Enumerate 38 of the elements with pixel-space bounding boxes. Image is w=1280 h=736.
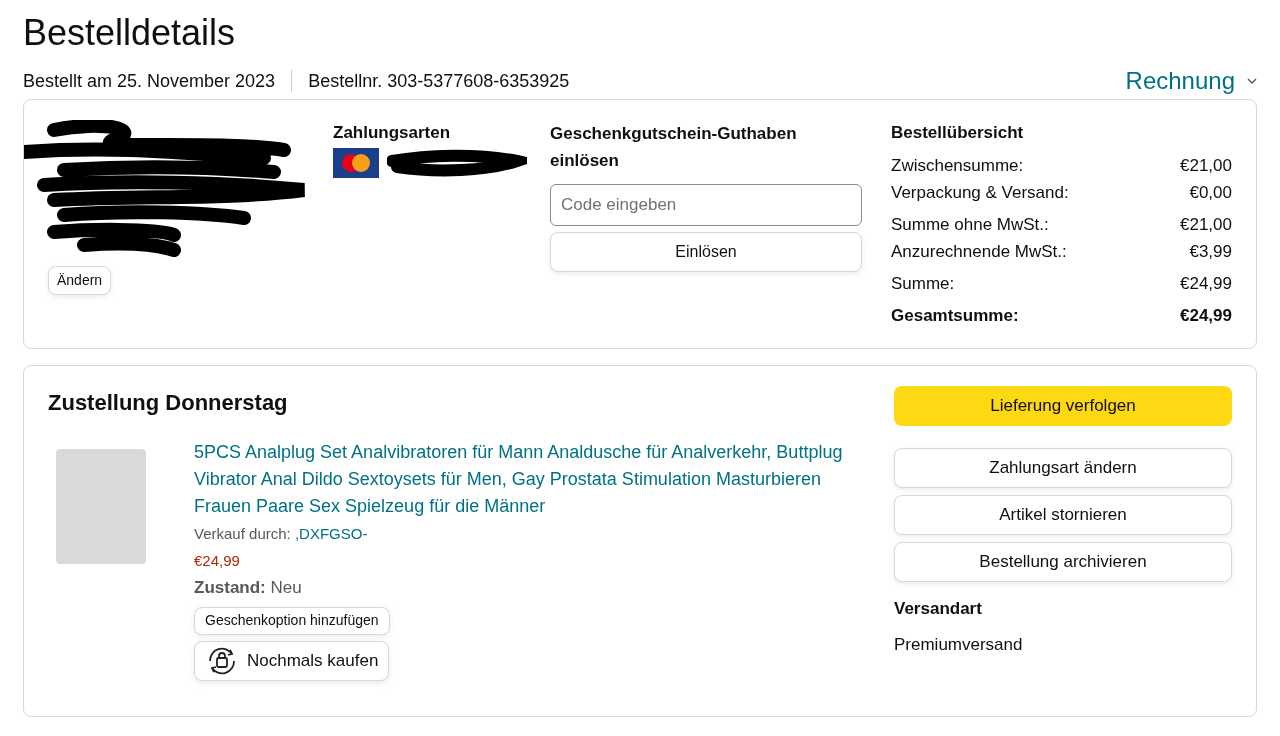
invoice-link[interactable]: Rechnung xyxy=(1125,63,1257,99)
buy-again-button[interactable]: Nochmals kaufen xyxy=(194,640,390,681)
gift-card-heading: Geschenkgutschein-Guthaben einlösen xyxy=(550,123,798,172)
code-input-field[interactable]: Code eingeben xyxy=(550,184,862,226)
chevron-down-icon xyxy=(1247,78,1257,84)
change-button[interactable]: Ändern xyxy=(48,266,112,295)
seller-label: Verkauf durch: xyxy=(194,525,291,542)
order-date: Bestellt am 25. November 2023 xyxy=(23,69,277,93)
delivery-heading: Zustellung Donnerstag xyxy=(48,389,289,417)
summary-label: Anzurechnende MwSt.: xyxy=(891,240,1067,263)
order-action-button[interactable]: Bestellung archivieren xyxy=(894,542,1232,582)
summary-value: €24,99 xyxy=(1180,272,1232,295)
product-title-link[interactable]: 5PCS Analplug Set Analvibratoren für Mann Analdusche für Analverkehr, Buttplug Vibrator Anal Dildo Sextoysets für Men, Gay Prostata Stimulation Masturbieren Frauen Paare Sex Spielzeug für die Männer xyxy=(194,439,844,520)
order-number: Bestellnr. 303-5377608-6353925 xyxy=(307,69,570,93)
order-action-button[interactable]: Zahlungsart ändern xyxy=(894,448,1232,488)
payment-heading: Zahlungsarten xyxy=(333,122,452,144)
shipping-heading: Versandart xyxy=(894,598,983,620)
summary-value: €21,00 xyxy=(1180,213,1232,236)
summary-label: Verpackung & Versand: xyxy=(891,181,1069,204)
summary-heading: Bestellübersicht xyxy=(891,122,1025,144)
track-delivery-button[interactable]: Lieferung verfolgen xyxy=(894,386,1232,426)
item-condition: Zustand: Neu xyxy=(194,577,303,599)
summary-label: Gesamtsumme: xyxy=(891,304,1019,327)
page-title: Bestelldetails xyxy=(23,11,237,51)
summary-label: Zwischensumme: xyxy=(891,154,1024,177)
gift-option-button[interactable]: Geschenkoption hinzufügen xyxy=(194,606,390,635)
summary-label: Summe: xyxy=(891,272,955,295)
summary-value: €3,99 xyxy=(1189,240,1232,263)
order-action-button[interactable]: Artikel stornieren xyxy=(894,495,1232,535)
summary-value: €24,99 xyxy=(1180,304,1232,327)
seller-link[interactable]: ,DXFGSO- xyxy=(294,525,368,542)
summary-value: €21,00 xyxy=(1180,154,1232,177)
credit-card-icon xyxy=(333,147,379,178)
item-price: €24,99 xyxy=(194,550,241,571)
summary-value: €0,00 xyxy=(1189,181,1232,204)
redeem-button[interactable]: Einlösen xyxy=(550,232,862,272)
summary-label: Summe ohne MwSt.: xyxy=(891,213,1049,236)
shipping-method: Premiumversand xyxy=(894,633,1024,656)
